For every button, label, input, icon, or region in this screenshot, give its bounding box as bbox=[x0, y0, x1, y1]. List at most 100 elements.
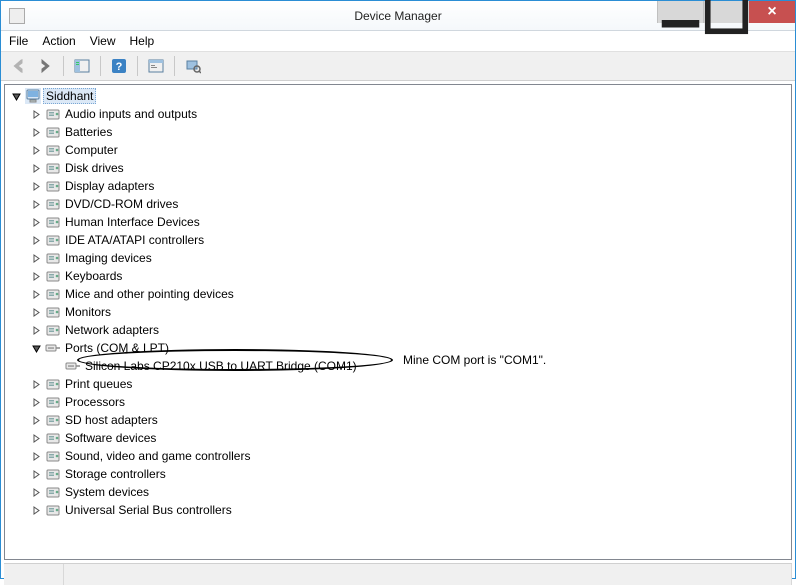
tree-category-print-queues[interactable]: Print queues bbox=[5, 375, 791, 393]
chevron-right-icon bbox=[32, 272, 41, 281]
tree-category-audio-inputs-and-outputs[interactable]: Audio inputs and outputs bbox=[5, 105, 791, 123]
expand-toggle[interactable] bbox=[29, 305, 43, 319]
tree-category-imaging-devices[interactable]: Imaging devices bbox=[5, 249, 791, 267]
scan-hardware-button[interactable] bbox=[181, 54, 205, 78]
expand-toggle[interactable] bbox=[29, 377, 43, 391]
tree-category-dvd-cd-rom-drives[interactable]: DVD/CD-ROM drives bbox=[5, 195, 791, 213]
chevron-down-icon bbox=[12, 92, 21, 101]
expand-toggle[interactable] bbox=[29, 125, 43, 139]
expand-toggle[interactable] bbox=[29, 233, 43, 247]
tree-category-mice-and-other-pointing-devices-icon bbox=[45, 286, 61, 302]
tree-category-human-interface-devices-icon bbox=[45, 214, 61, 230]
collapse-toggle[interactable] bbox=[9, 89, 23, 103]
close-button[interactable]: × bbox=[749, 1, 795, 23]
tree-category-processors-icon bbox=[45, 394, 61, 410]
tree-device-ports-com-lpt-label: Silicon Labs CP210x USB to UART Bridge (… bbox=[85, 359, 357, 373]
expand-toggle[interactable] bbox=[29, 323, 43, 337]
forward-button[interactable] bbox=[33, 54, 57, 78]
back-button[interactable] bbox=[7, 54, 31, 78]
tree-category-computer-label: Computer bbox=[65, 143, 118, 157]
show-hide-tree-button[interactable] bbox=[70, 54, 94, 78]
tree-category-mice-and-other-pointing-devices[interactable]: Mice and other pointing devices bbox=[5, 285, 791, 303]
tree-root[interactable]: Siddhant bbox=[5, 87, 791, 105]
menu-help[interactable]: Help bbox=[130, 34, 155, 48]
expand-toggle[interactable] bbox=[29, 395, 43, 409]
chevron-right-icon bbox=[32, 146, 41, 155]
tree-category-monitors[interactable]: Monitors bbox=[5, 303, 791, 321]
tree-category-sound-video-and-game-controllers[interactable]: Sound, video and game controllers bbox=[5, 447, 791, 465]
status-pane-main bbox=[64, 564, 792, 585]
toolbar-separator bbox=[63, 56, 64, 76]
tree-category-processors[interactable]: Processors bbox=[5, 393, 791, 411]
chevron-right-icon bbox=[32, 218, 41, 227]
expand-toggle[interactable] bbox=[29, 179, 43, 193]
chevron-right-icon bbox=[32, 416, 41, 425]
tree-category-audio-inputs-and-outputs-label: Audio inputs and outputs bbox=[65, 107, 197, 121]
tree-category-display-adapters-icon bbox=[45, 178, 61, 194]
tree-category-system-devices[interactable]: System devices bbox=[5, 483, 791, 501]
menu-action[interactable]: Action bbox=[42, 34, 75, 48]
status-pane bbox=[4, 564, 64, 585]
expand-toggle[interactable] bbox=[29, 503, 43, 517]
collapse-toggle[interactable] bbox=[29, 341, 43, 355]
tree-device-ports-com-lpt[interactable]: Silicon Labs CP210x USB to UART Bridge (… bbox=[5, 357, 791, 375]
tree-device-ports-com-lpt-icon bbox=[65, 358, 81, 374]
menu-view[interactable]: View bbox=[90, 34, 116, 48]
expand-toggle[interactable] bbox=[29, 269, 43, 283]
tree-category-ports-com-lpt-icon bbox=[45, 340, 61, 356]
chevron-right-icon bbox=[32, 200, 41, 209]
expand-toggle[interactable] bbox=[29, 413, 43, 427]
expand-toggle[interactable] bbox=[29, 287, 43, 301]
tree-category-keyboards-icon bbox=[45, 268, 61, 284]
tree-category-storage-controllers[interactable]: Storage controllers bbox=[5, 465, 791, 483]
chevron-right-icon bbox=[32, 470, 41, 479]
tree-root-icon bbox=[25, 88, 41, 104]
expand-toggle[interactable] bbox=[29, 215, 43, 229]
tree-category-batteries-icon bbox=[45, 124, 61, 140]
tree-category-keyboards[interactable]: Keyboards bbox=[5, 267, 791, 285]
expand-toggle[interactable] bbox=[29, 449, 43, 463]
tree-category-batteries-label: Batteries bbox=[65, 125, 112, 139]
tree-category-sd-host-adapters-icon bbox=[45, 412, 61, 428]
tree-category-network-adapters[interactable]: Network adapters bbox=[5, 321, 791, 339]
expand-toggle[interactable] bbox=[29, 485, 43, 499]
tree-category-keyboards-label: Keyboards bbox=[65, 269, 122, 283]
tree-category-sd-host-adapters[interactable]: SD host adapters bbox=[5, 411, 791, 429]
expand-toggle[interactable] bbox=[29, 143, 43, 157]
expand-toggle[interactable] bbox=[29, 431, 43, 445]
expand-toggle[interactable] bbox=[29, 197, 43, 211]
tree-category-computer[interactable]: Computer bbox=[5, 141, 791, 159]
tree-category-ports-com-lpt[interactable]: Ports (COM & LPT) bbox=[5, 339, 791, 357]
chevron-right-icon bbox=[32, 398, 41, 407]
statusbar bbox=[4, 563, 792, 585]
chevron-right-icon bbox=[32, 506, 41, 515]
app-icon bbox=[9, 8, 25, 24]
menu-file[interactable]: File bbox=[9, 34, 28, 48]
tree-category-print-queues-icon bbox=[45, 376, 61, 392]
minimize-button[interactable] bbox=[657, 1, 703, 23]
tree-panel[interactable]: Siddhant Audio inputs and outputs Batterie… bbox=[4, 84, 792, 560]
tree-category-display-adapters[interactable]: Display adapters bbox=[5, 177, 791, 195]
tree-category-universal-serial-bus-controllers[interactable]: Universal Serial Bus controllers bbox=[5, 501, 791, 519]
tree-category-storage-controllers-icon bbox=[45, 466, 61, 482]
tree-category-disk-drives-label: Disk drives bbox=[65, 161, 124, 175]
expand-toggle[interactable] bbox=[29, 467, 43, 481]
expand-toggle[interactable] bbox=[29, 161, 43, 175]
tree-category-ide-ata-atapi-controllers[interactable]: IDE ATA/ATAPI controllers bbox=[5, 231, 791, 249]
tree-category-system-devices-icon bbox=[45, 484, 61, 500]
tree-category-human-interface-devices-label: Human Interface Devices bbox=[65, 215, 200, 229]
maximize-button[interactable] bbox=[703, 1, 749, 23]
tree-category-computer-icon bbox=[45, 142, 61, 158]
tree-category-disk-drives[interactable]: Disk drives bbox=[5, 159, 791, 177]
tree-category-software-devices[interactable]: Software devices bbox=[5, 429, 791, 447]
tree-category-human-interface-devices[interactable]: Human Interface Devices bbox=[5, 213, 791, 231]
expand-toggle[interactable] bbox=[29, 251, 43, 265]
chevron-right-icon bbox=[32, 308, 41, 317]
tree-category-batteries[interactable]: Batteries bbox=[5, 123, 791, 141]
chevron-right-icon bbox=[32, 128, 41, 137]
properties-button[interactable] bbox=[144, 54, 168, 78]
tree-category-imaging-devices-label: Imaging devices bbox=[65, 251, 152, 265]
help-button[interactable]: ? bbox=[107, 54, 131, 78]
toolbar-separator bbox=[174, 56, 175, 76]
expand-toggle[interactable] bbox=[29, 107, 43, 121]
